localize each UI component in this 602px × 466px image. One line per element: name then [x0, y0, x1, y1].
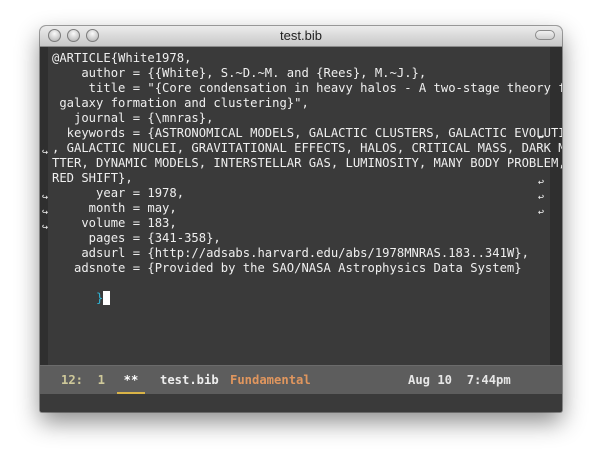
wrap-continuation-icon: ↪ — [42, 147, 49, 158]
buffer-line: author = {{White}, S.~D.~M. and {Rees}, … — [52, 66, 427, 80]
wrap-continuation-icon: ↩ — [538, 192, 545, 203]
mode-line[interactable]: 12: 1 ** test.bib Fundamental Aug 10 7:4… — [40, 365, 562, 394]
buffer-line: TTER, DYNAMIC MODELS, INTERSTELLAR GAS, … — [52, 156, 562, 170]
text-cursor — [103, 291, 111, 305]
buffer-line: RED SHIFT}, — [52, 171, 133, 185]
wrap-continuation-icon: ↩ — [538, 207, 545, 218]
matching-bracket: } — [96, 291, 104, 305]
major-mode[interactable]: Fundamental — [230, 366, 311, 394]
buffer-line: @ARTICLE{White1978, — [52, 51, 192, 65]
buffer-line: title = "{Core condensation in heavy hal… — [52, 81, 562, 95]
buffer-line: , GALACTIC NUCLEI, GRAVITATIONAL EFFECTS… — [52, 141, 562, 155]
wrap-continuation-icon: ↪ — [42, 207, 49, 218]
buffer-line: adsurl = {http://adsabs.harvard.edu/abs/… — [52, 246, 529, 260]
text-buffer[interactable]: @ARTICLE{White1978, author = {{White}, S… — [48, 47, 562, 365]
buffer-line: adsnote = {Provided by the SAO/NASA Astr… — [52, 261, 522, 275]
modified-indicator: ** — [123, 373, 139, 387]
toolbar-toggle-button[interactable] — [535, 30, 555, 40]
emacs-window: test.bib @ARTICLE{White1978, author = {{… — [40, 26, 562, 412]
buffer-line: year = 1978, — [52, 186, 185, 200]
title-bar: test.bib — [40, 26, 562, 47]
cursor-position: 12: 1 — [61, 373, 106, 387]
buffer-line: journal = {\mnras}, — [52, 111, 214, 125]
buffer-line: galaxy formation and clustering}", — [52, 96, 309, 110]
buffer-line: volume = 183, — [52, 216, 177, 230]
buffer-name[interactable]: test.bib — [160, 366, 219, 394]
minibuffer[interactable] — [40, 394, 562, 412]
buffer-line: keywords = {ASTRONOMICAL MODELS, GALACTI… — [52, 126, 562, 140]
window-title: test.bib — [280, 28, 322, 43]
wrap-continuation-icon: ↪ — [42, 222, 49, 233]
buffer-line-cursor: } — [52, 276, 111, 305]
buffer-line: month = may, — [52, 201, 177, 215]
wrap-continuation-icon: ↩ — [538, 177, 545, 188]
wrap-continuation-icon: ↩ — [538, 132, 545, 143]
clock: Aug 10 7:44pm — [408, 373, 511, 387]
wrap-continuation-icon: ↪ — [42, 192, 49, 203]
buffer-line: pages = {341-358}, — [52, 231, 221, 245]
